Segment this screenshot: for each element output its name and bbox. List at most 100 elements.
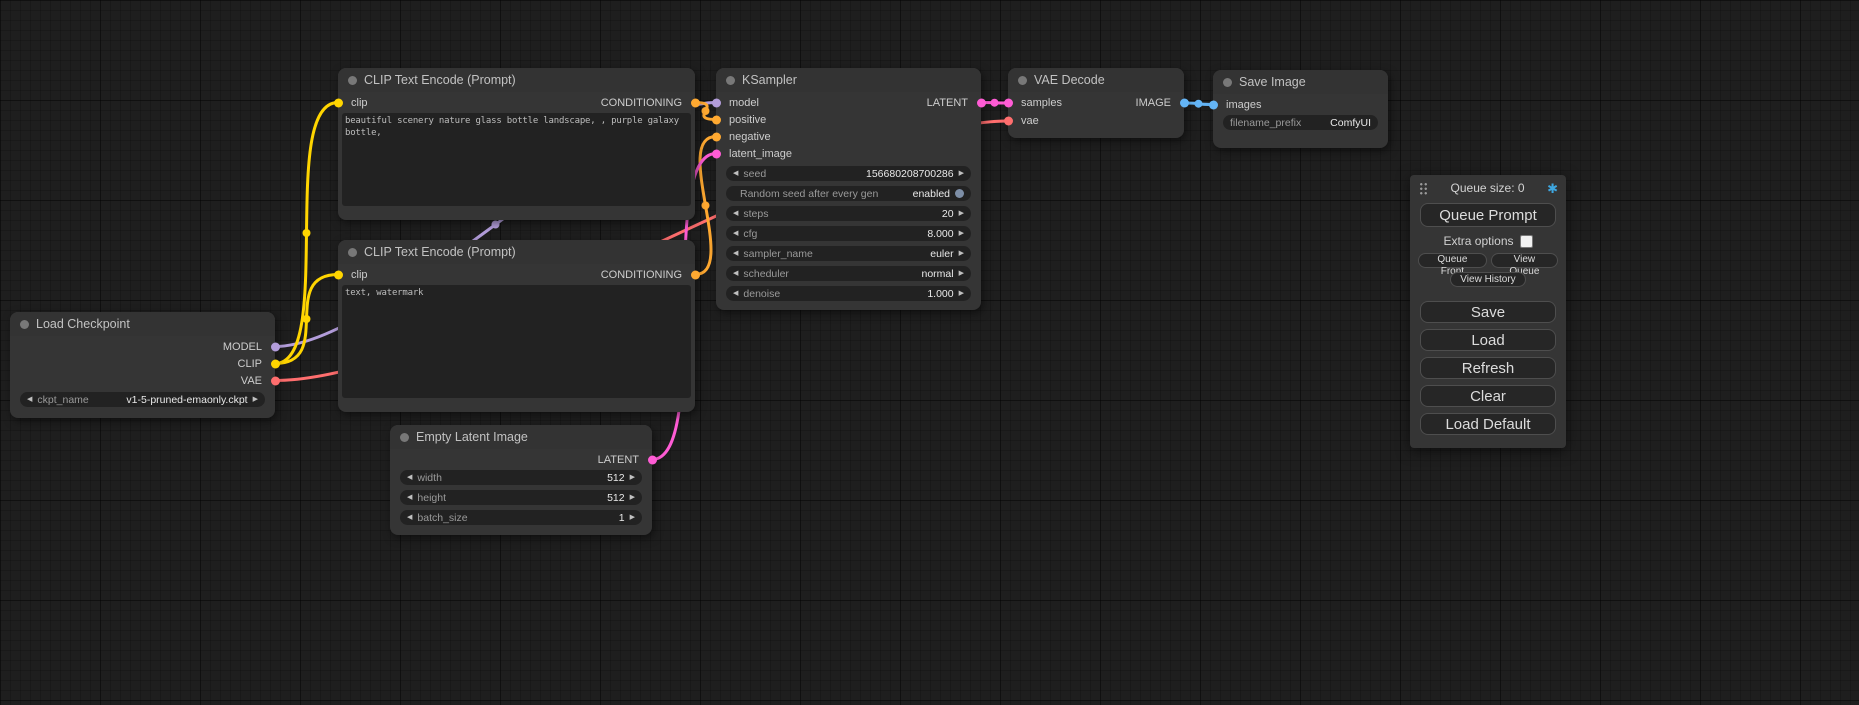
input-slot-samples[interactable]: samples — [1008, 94, 1110, 112]
decrement-arrow-icon[interactable]: ◀ — [733, 290, 738, 297]
positive-input-pin[interactable] — [712, 115, 721, 124]
collapse-dot-icon[interactable] — [20, 320, 29, 329]
drag-handle-icon[interactable] — [1419, 182, 1428, 195]
output-slot-model[interactable]: MODEL — [10, 338, 275, 355]
decrement-arrow-icon[interactable]: ◀ — [27, 396, 32, 403]
refresh-button[interactable]: Refresh — [1420, 357, 1556, 379]
increment-arrow-icon[interactable]: ▶ — [959, 210, 964, 217]
clip-input-pin[interactable] — [334, 270, 343, 279]
collapse-dot-icon[interactable] — [1223, 78, 1232, 87]
decrement-arrow-icon[interactable]: ◀ — [407, 514, 412, 521]
queue-front-button[interactable]: Queue Front — [1418, 253, 1487, 268]
input-slot-images[interactable]: images — [1213, 96, 1388, 113]
vae-input-pin[interactable] — [1004, 117, 1013, 126]
decrement-arrow-icon[interactable]: ◀ — [733, 250, 738, 257]
positive-prompt-textarea[interactable]: beautiful scenery nature glass bottle la… — [342, 113, 691, 206]
widget-height[interactable]: ◀ height 512 ▶ — [400, 490, 642, 505]
output-slot-clip[interactable]: CLIP — [10, 355, 275, 372]
collapse-dot-icon[interactable] — [348, 248, 357, 257]
extra-options-checkbox[interactable] — [1520, 235, 1533, 248]
node-title-bar[interactable]: Load Checkpoint — [10, 312, 275, 336]
widget-seed[interactable]: ◀ seed 156680208700286 ▶ — [726, 166, 971, 181]
increment-arrow-icon[interactable]: ▶ — [253, 396, 258, 403]
node-vae-decode[interactable]: VAE Decode samples vae IMAGE — [1008, 68, 1184, 138]
input-slot-model[interactable]: model — [716, 94, 870, 111]
clear-button[interactable]: Clear — [1420, 385, 1556, 407]
settings-gear-icon[interactable]: ✱ — [1547, 182, 1558, 195]
vae-output-pin[interactable] — [271, 376, 280, 385]
node-canvas[interactable]: Load Checkpoint MODEL CLIP VAE ◀ ckpt_na… — [0, 0, 1859, 705]
images-input-pin[interactable] — [1209, 100, 1218, 109]
node-title-bar[interactable]: Save Image — [1213, 70, 1388, 94]
widget-steps[interactable]: ◀ steps 20 ▶ — [726, 206, 971, 221]
decrement-arrow-icon[interactable]: ◀ — [733, 270, 738, 277]
conditioning-output-pin[interactable] — [691, 98, 700, 107]
view-history-button[interactable]: View History — [1450, 272, 1525, 287]
widget-cfg[interactable]: ◀ cfg 8.000 ▶ — [726, 226, 971, 241]
increment-arrow-icon[interactable]: ▶ — [630, 514, 635, 521]
input-slot-vae[interactable]: vae — [1008, 112, 1110, 130]
node-load-checkpoint[interactable]: Load Checkpoint MODEL CLIP VAE ◀ ckpt_na… — [10, 312, 275, 418]
save-button[interactable]: Save — [1420, 301, 1556, 323]
output-slot-latent[interactable]: LATENT — [390, 451, 652, 468]
increment-arrow-icon[interactable]: ▶ — [630, 474, 635, 481]
increment-arrow-icon[interactable]: ▶ — [959, 290, 964, 297]
clip-input-pin[interactable] — [334, 98, 343, 107]
queue-prompt-button[interactable]: Queue Prompt — [1420, 203, 1556, 227]
widget-sampler-name[interactable]: ◀ sampler_name euler ▶ — [726, 246, 971, 261]
collapse-dot-icon[interactable] — [726, 76, 735, 85]
node-title-bar[interactable]: KSampler — [716, 68, 981, 92]
increment-arrow-icon[interactable]: ▶ — [630, 494, 635, 501]
input-slot-latent-image[interactable]: latent_image — [716, 145, 870, 162]
decrement-arrow-icon[interactable]: ◀ — [407, 494, 412, 501]
widget-scheduler[interactable]: ◀ scheduler normal ▶ — [726, 266, 971, 281]
load-button[interactable]: Load — [1420, 329, 1556, 351]
output-slot-vae[interactable]: VAE — [10, 372, 275, 389]
negative-prompt-textarea[interactable]: text, watermark — [342, 285, 691, 398]
model-output-pin[interactable] — [271, 342, 280, 351]
node-title-bar[interactable]: CLIP Text Encode (Prompt) — [338, 68, 695, 92]
decrement-arrow-icon[interactable]: ◀ — [407, 474, 412, 481]
view-queue-button[interactable]: View Queue — [1491, 253, 1558, 268]
collapse-dot-icon[interactable] — [400, 433, 409, 442]
node-title-bar[interactable]: Empty Latent Image — [390, 425, 652, 449]
input-slot-negative[interactable]: negative — [716, 128, 870, 145]
node-title-bar[interactable]: VAE Decode — [1008, 68, 1184, 92]
node-clip-text-encode-negative[interactable]: CLIP Text Encode (Prompt) clip CONDITION… — [338, 240, 695, 412]
latent-output-pin[interactable] — [648, 455, 657, 464]
node-save-image[interactable]: Save Image images filename_prefix ComfyU… — [1213, 70, 1388, 148]
collapse-dot-icon[interactable] — [1018, 76, 1027, 85]
increment-arrow-icon[interactable]: ▶ — [959, 250, 964, 257]
increment-arrow-icon[interactable]: ▶ — [959, 170, 964, 177]
clip-output-pin[interactable] — [271, 359, 280, 368]
image-output-pin[interactable] — [1180, 99, 1189, 108]
increment-arrow-icon[interactable]: ▶ — [959, 230, 964, 237]
widget-denoise[interactable]: ◀ denoise 1.000 ▶ — [726, 286, 971, 301]
negative-input-pin[interactable] — [712, 132, 721, 141]
decrement-arrow-icon[interactable]: ◀ — [733, 170, 738, 177]
output-slot-image[interactable]: IMAGE — [1114, 94, 1184, 112]
latent-image-input-pin[interactable] — [712, 149, 721, 158]
collapse-dot-icon[interactable] — [348, 76, 357, 85]
node-title-bar[interactable]: CLIP Text Encode (Prompt) — [338, 240, 695, 264]
conditioning-output-pin[interactable] — [691, 270, 700, 279]
decrement-arrow-icon[interactable]: ◀ — [733, 210, 738, 217]
toggle-dot-icon[interactable] — [955, 189, 964, 198]
load-default-button[interactable]: Load Default — [1420, 413, 1556, 435]
node-empty-latent-image[interactable]: Empty Latent Image LATENT ◀ width 512 ▶ … — [390, 425, 652, 535]
widget-filename-prefix[interactable]: filename_prefix ComfyUI — [1223, 115, 1378, 130]
input-slot-positive[interactable]: positive — [716, 111, 870, 128]
output-slot-latent[interactable]: LATENT — [875, 94, 981, 111]
model-input-pin[interactable] — [712, 98, 721, 107]
increment-arrow-icon[interactable]: ▶ — [959, 270, 964, 277]
widget-ckpt-name[interactable]: ◀ ckpt_name v1-5-pruned-emaonly.ckpt ▶ — [20, 392, 265, 407]
samples-input-pin[interactable] — [1004, 99, 1013, 108]
widget-value: 1.000 — [785, 288, 953, 300]
node-clip-text-encode-positive[interactable]: CLIP Text Encode (Prompt) clip CONDITION… — [338, 68, 695, 220]
widget-random-seed-toggle[interactable]: Random seed after every gen enabled — [726, 186, 971, 201]
latent-output-pin[interactable] — [977, 98, 986, 107]
widget-width[interactable]: ◀ width 512 ▶ — [400, 470, 642, 485]
decrement-arrow-icon[interactable]: ◀ — [733, 230, 738, 237]
node-ksampler[interactable]: KSampler model positive negative lat — [716, 68, 981, 310]
widget-batch-size[interactable]: ◀ batch_size 1 ▶ — [400, 510, 642, 525]
